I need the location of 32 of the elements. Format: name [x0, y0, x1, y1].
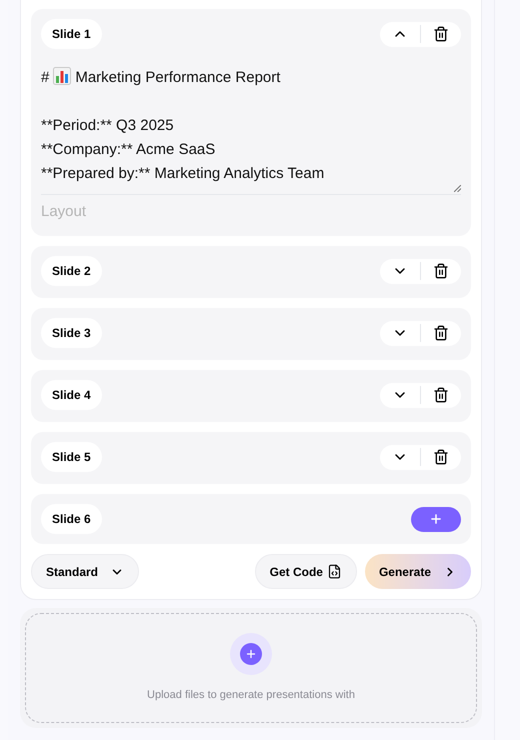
- slide-label: Slide 1: [41, 19, 102, 49]
- trash-icon: [433, 325, 449, 341]
- trash-icon: [433, 263, 449, 279]
- trash-icon: [433, 26, 449, 42]
- content-line: **Period:** Q3 2025: [41, 116, 175, 136]
- slide-label: Slide 4: [41, 380, 102, 410]
- code-file-icon: [326, 564, 342, 579]
- get-code-button[interactable]: Get Code: [254, 554, 357, 589]
- resize-handle-icon: [454, 185, 461, 192]
- slide-label: Slide 6: [41, 504, 102, 534]
- upload-icon: [230, 632, 272, 675]
- delete-button[interactable]: [433, 263, 449, 279]
- delete-button[interactable]: [433, 325, 449, 341]
- slide-content-field[interactable]: # Marketing Performance Report **Period:** Q3 2025 **Company:** Acme SaaS **Prepared by:** Marketing Analytics Team: [41, 66, 461, 195]
- add-slide-button[interactable]: [411, 506, 461, 532]
- bar-chart-icon: [53, 67, 72, 85]
- trash-icon: [433, 449, 449, 465]
- plus-icon: [429, 512, 443, 526]
- delete-button[interactable]: [433, 387, 449, 403]
- upload-hint: Upload files to generate presentations with: [147, 688, 355, 703]
- trash-icon: [433, 387, 449, 403]
- heading-line: # Marketing Performance Report: [41, 66, 282, 88]
- mode-dropdown[interactable]: Standard: [31, 554, 140, 589]
- slide-label: Slide 3: [41, 318, 102, 348]
- delete-button[interactable]: [433, 449, 449, 465]
- layout-field[interactable]: Layout: [41, 201, 461, 224]
- content-line: **Company:** Acme SaaS: [41, 140, 216, 160]
- slide-label: Slide 2: [41, 256, 102, 286]
- generate-button[interactable]: Generate: [364, 554, 471, 589]
- delete-button[interactable]: [433, 26, 449, 42]
- content-line: **Prepared by:** Marketing Analytics Team: [41, 164, 326, 184]
- slide-label: Slide 5: [41, 442, 102, 472]
